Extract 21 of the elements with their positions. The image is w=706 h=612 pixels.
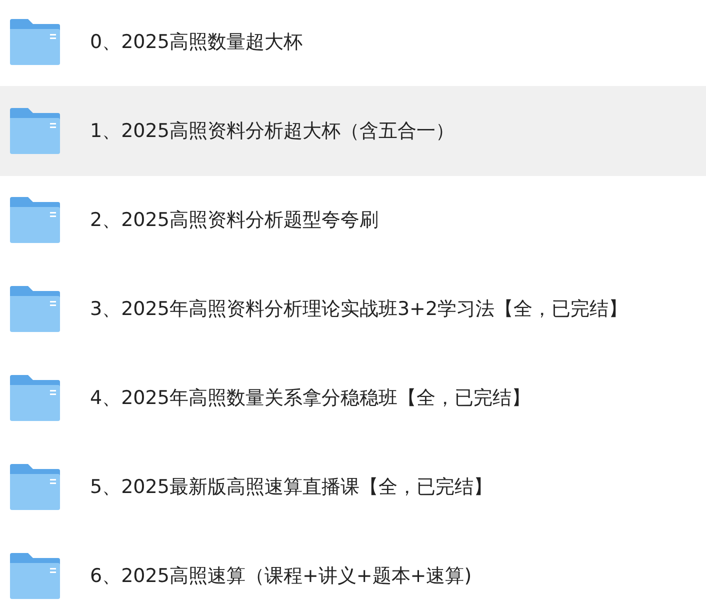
folder-icon — [8, 551, 62, 601]
folder-icon — [8, 462, 62, 512]
folder-name: 1、2025高照资料分析超大杯（含五合一） — [90, 119, 454, 144]
folder-name: 0、2025高照数量超大杯 — [90, 30, 302, 55]
folder-row[interactable]: 4、2025年高照数量关系拿分稳稳班【全，已完结】 — [0, 353, 706, 443]
folder-icon — [8, 195, 62, 245]
folder-row[interactable]: 2、2025高照资料分析题型夸夸刷 — [0, 175, 706, 265]
folder-name: 4、2025年高照数量关系拿分稳稳班【全，已完结】 — [90, 386, 530, 411]
folder-row[interactable]: 1、2025高照资料分析超大杯（含五合一） — [0, 86, 706, 176]
folder-icon — [8, 373, 62, 423]
folder-row[interactable]: 0、2025高照数量超大杯 — [0, 0, 706, 87]
folder-name: 2、2025高照资料分析题型夸夸刷 — [90, 208, 378, 233]
folder-icon — [8, 106, 62, 156]
folder-row[interactable]: 5、2025最新版高照速算直播课【全，已完结】 — [0, 442, 706, 532]
folder-icon — [8, 284, 62, 334]
folder-icon — [8, 17, 62, 67]
folder-row[interactable]: 3、2025年高照资料分析理论实战班3+2学习法【全，已完结】 — [0, 264, 706, 354]
folder-name: 6、2025高照速算（课程+讲义+题本+速算) — [90, 564, 472, 589]
folder-name: 3、2025年高照资料分析理论实战班3+2学习法【全，已完结】 — [90, 297, 628, 322]
folder-name: 5、2025最新版高照速算直播课【全，已完结】 — [90, 475, 492, 500]
folder-row[interactable]: 6、2025高照速算（课程+讲义+题本+速算) — [0, 531, 706, 612]
